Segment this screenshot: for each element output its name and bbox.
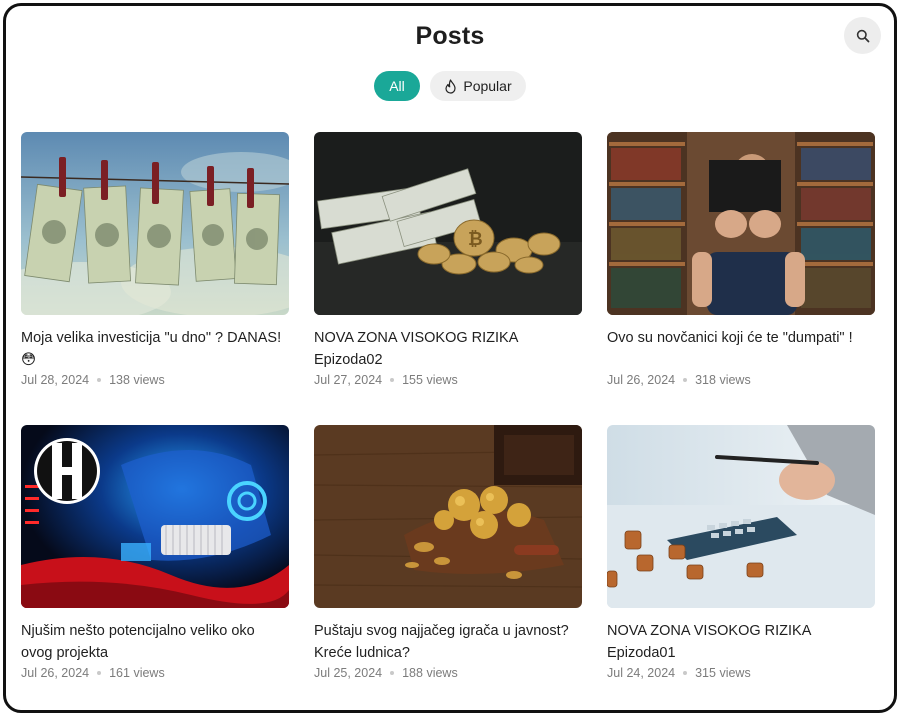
post-title[interactable]: Moja velika investicija "u dno" ? DANAS!…: [21, 327, 289, 371]
post-views: 315 views: [695, 666, 751, 680]
post-thumbnail[interactable]: ₿: [314, 132, 582, 315]
post-card[interactable]: ₿ NOVA ZONA VISOKOG RIZIKA Epizoda02 Jul…: [314, 132, 582, 425]
post-title[interactable]: Puštaju svog najjačeg igrača u javnost? …: [314, 620, 582, 664]
app-window: Posts All Popular Moja velika investicij…: [3, 3, 897, 713]
svg-text:₿: ₿: [468, 229, 483, 249]
bitcoin-coins-image: ₿: [314, 132, 582, 315]
post-thumbnail[interactable]: [607, 132, 875, 315]
post-card[interactable]: Njušim nešto potencijalno veliko oko ovo…: [21, 425, 289, 710]
post-card[interactable]: NOVA ZONA VISOKOG RIZIKA Epizoda01 Jul 2…: [607, 425, 875, 710]
post-meta: Jul 28, 2024 138 views: [21, 373, 289, 387]
post-views: 318 views: [695, 373, 751, 387]
post-meta: Jul 25, 2024 188 views: [314, 666, 582, 680]
separator-dot: [97, 671, 102, 675]
dollar-bills-image: [21, 132, 289, 315]
post-title[interactable]: NOVA ZONA VISOKOG RIZIKA Epizoda01: [607, 620, 875, 664]
post-date: Jul 25, 2024: [314, 666, 383, 680]
tab-all-label: All: [389, 78, 405, 94]
post-title[interactable]: Ovo su novčanici koji će te "dumpati" !: [607, 327, 875, 371]
separator-dot: [683, 378, 688, 382]
calculator-coins-image: [607, 425, 875, 608]
posts-grid: Moja velika investicija "u dno" ? DANAS!…: [21, 132, 879, 710]
post-card[interactable]: Ovo su novčanici koji će te "dumpati" ! …: [607, 132, 875, 425]
post-views: 188 views: [402, 666, 458, 680]
post-date: Jul 28, 2024: [21, 373, 90, 387]
post-card[interactable]: Moja velika investicija "u dno" ? DANAS!…: [21, 132, 289, 425]
filter-tabs: All Popular: [6, 71, 894, 101]
separator-dot: [390, 378, 395, 382]
post-meta: Jul 26, 2024 318 views: [607, 373, 875, 387]
tab-popular-label: Popular: [463, 78, 512, 94]
post-views: 161 views: [109, 666, 165, 680]
separator-dot: [390, 671, 395, 675]
post-thumbnail[interactable]: [21, 132, 289, 315]
post-date: Jul 27, 2024: [314, 373, 383, 387]
post-card[interactable]: Puštaju svog najjačeg igrača u javnost? …: [314, 425, 582, 710]
search-icon: [856, 29, 869, 42]
flame-icon: [445, 78, 456, 94]
tab-all[interactable]: All: [374, 71, 420, 101]
post-meta: Jul 26, 2024 161 views: [21, 666, 289, 680]
post-meta: Jul 24, 2024 315 views: [607, 666, 875, 680]
post-meta: Jul 27, 2024 155 views: [314, 373, 582, 387]
library-reader-image: [607, 132, 875, 315]
post-date: Jul 26, 2024: [607, 373, 676, 387]
post-thumbnail[interactable]: [21, 425, 289, 608]
page-title: Posts: [415, 22, 485, 50]
post-views: 138 views: [109, 373, 165, 387]
treasure-chest-image: [314, 425, 582, 608]
search-button[interactable]: [844, 17, 881, 54]
post-thumbnail[interactable]: [314, 425, 582, 608]
neon-logo-image: [21, 425, 289, 608]
post-title[interactable]: NOVA ZONA VISOKOG RIZIKA Epizoda02: [314, 327, 582, 371]
separator-dot: [97, 378, 102, 382]
post-thumbnail[interactable]: [607, 425, 875, 608]
post-date: Jul 24, 2024: [607, 666, 676, 680]
tab-popular[interactable]: Popular: [430, 71, 526, 101]
separator-dot: [683, 671, 688, 675]
post-views: 155 views: [402, 373, 458, 387]
post-date: Jul 26, 2024: [21, 666, 90, 680]
post-title[interactable]: Njušim nešto potencijalno veliko oko ovo…: [21, 620, 289, 664]
